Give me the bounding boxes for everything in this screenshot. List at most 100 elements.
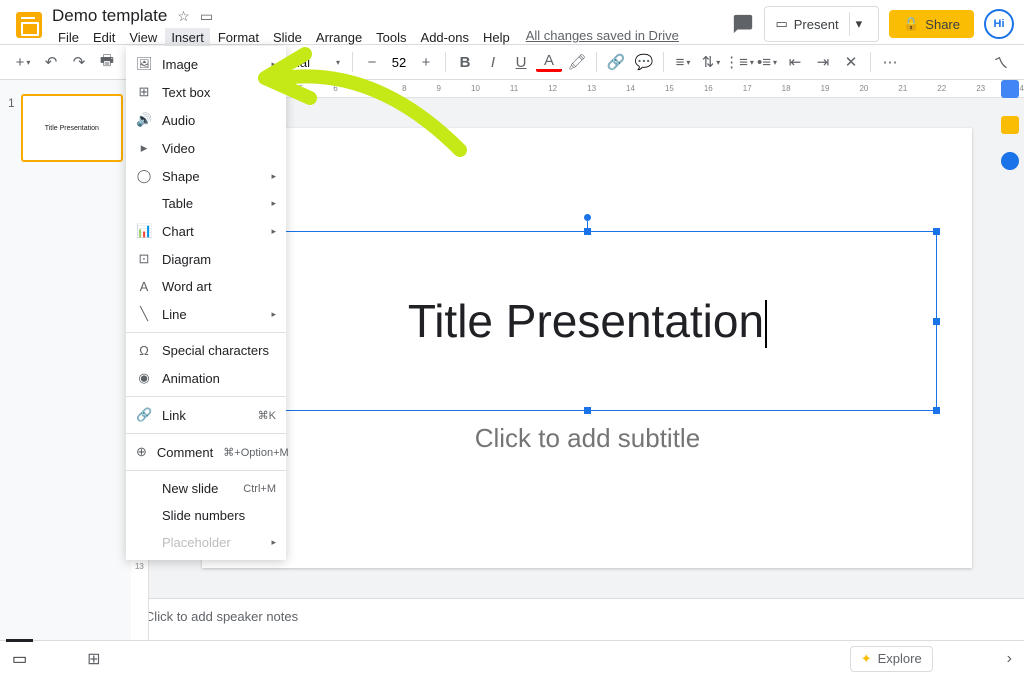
comment-icon: ⊕ xyxy=(136,444,147,460)
filmstrip-view-button[interactable]: ▭ xyxy=(12,649,27,669)
share-label: Share xyxy=(925,17,960,32)
resize-handle[interactable] xyxy=(933,228,940,235)
title-textbox[interactable]: Title Presentation xyxy=(237,231,937,411)
keep-icon[interactable] xyxy=(1001,116,1019,134)
insert-dropdown: 🖼Image▸ ⊞Text box 🔊Audio ▸Video ◯Shape▸ … xyxy=(126,46,286,560)
undo-button[interactable]: ↶ xyxy=(38,49,64,75)
grid-view-button[interactable]: ⊞ xyxy=(87,649,100,669)
drive-status[interactable]: All changes saved in Drive xyxy=(526,28,679,47)
account-avatar[interactable]: Hi xyxy=(984,9,1014,39)
slides-logo[interactable] xyxy=(10,6,48,44)
explore-icon: ✦ xyxy=(861,651,872,667)
menu-view[interactable]: View xyxy=(123,28,163,47)
image-icon: 🖼 xyxy=(136,56,152,72)
more-tools-button[interactable]: ⋯ xyxy=(877,49,903,75)
explore-button[interactable]: ✦ Explore xyxy=(850,646,933,672)
insert-diagram[interactable]: ⊡Diagram xyxy=(126,245,286,273)
insert-image[interactable]: 🖼Image▸ xyxy=(126,50,286,78)
side-panel-toggle[interactable]: › xyxy=(1007,650,1012,668)
font-size-input[interactable]: 52 xyxy=(387,55,411,70)
lock-icon: 🔒 xyxy=(903,16,919,32)
insert-comment-button[interactable]: 💬 xyxy=(631,49,657,75)
insert-textbox[interactable]: ⊞Text box xyxy=(126,78,286,106)
redo-button[interactable]: ↷ xyxy=(66,49,92,75)
numbered-list-button[interactable]: ⋮≡ xyxy=(726,49,752,75)
insert-audio[interactable]: 🔊Audio xyxy=(126,106,286,134)
align-button[interactable]: ≡ xyxy=(670,49,696,75)
speaker-notes[interactable]: Click to add speaker notes xyxy=(131,598,1024,640)
decrease-font-button[interactable]: − xyxy=(359,49,385,75)
subtitle-textbox[interactable]: Click to add subtitle xyxy=(237,423,937,454)
underline-button[interactable]: U xyxy=(508,49,534,75)
bold-button[interactable]: B xyxy=(452,49,478,75)
insert-table[interactable]: Table▸ xyxy=(126,190,286,217)
menu-format[interactable]: Format xyxy=(212,28,265,47)
video-icon: ▸ xyxy=(136,140,152,156)
thumb-number: 1 xyxy=(8,96,15,162)
present-dropdown-icon[interactable]: ▾ xyxy=(849,12,869,36)
calendar-icon[interactable] xyxy=(1001,80,1019,98)
insert-newslide[interactable]: New slideCtrl+M xyxy=(126,475,286,502)
insert-animation[interactable]: ◉Animation xyxy=(126,364,286,392)
insert-shape[interactable]: ◯Shape▸ xyxy=(126,162,286,190)
animation-icon: ◉ xyxy=(136,370,152,386)
text-color-button[interactable]: A xyxy=(536,52,562,72)
slide-thumbnail[interactable]: 1 Title Presentation xyxy=(0,90,131,166)
insert-wordart[interactable]: AWord art xyxy=(126,273,286,300)
rotate-handle[interactable] xyxy=(584,214,591,221)
decrease-indent-button[interactable]: ⇤ xyxy=(782,49,808,75)
wordart-icon: A xyxy=(136,279,152,294)
insert-chart[interactable]: 📊Chart▸ xyxy=(126,217,286,245)
slide[interactable]: Title Presentation Click to add subtitle xyxy=(202,128,972,568)
insert-line[interactable]: ╲Line▸ xyxy=(126,300,286,328)
present-button[interactable]: ▭ Present ▾ xyxy=(764,6,879,42)
italic-button[interactable]: I xyxy=(480,49,506,75)
menu-slide[interactable]: Slide xyxy=(267,28,308,47)
diagram-icon: ⊡ xyxy=(136,251,152,267)
increase-indent-button[interactable]: ⇥ xyxy=(810,49,836,75)
clear-format-button[interactable]: ✕ xyxy=(838,49,864,75)
shape-icon: ◯ xyxy=(136,168,152,184)
insert-placeholder: Placeholder▸ xyxy=(126,529,286,556)
print-button[interactable]: 🖶 xyxy=(94,49,120,75)
menu-help[interactable]: Help xyxy=(477,28,516,47)
menu-insert[interactable]: Insert xyxy=(165,28,210,47)
explore-label: Explore xyxy=(878,651,922,666)
insert-link[interactable]: 🔗Link⌘K xyxy=(126,401,286,429)
resize-handle[interactable] xyxy=(933,407,940,414)
insert-comment[interactable]: ⊕Comment⌘+Option+M xyxy=(126,438,286,466)
bulleted-list-button[interactable]: •≡ xyxy=(754,49,780,75)
star-icon[interactable]: ☆ xyxy=(177,8,190,25)
tasks-icon[interactable] xyxy=(1001,152,1019,170)
menu-addons[interactable]: Add-ons xyxy=(415,28,475,47)
present-icon: ▭ xyxy=(775,16,787,32)
insert-special-chars[interactable]: ΩSpecial characters xyxy=(126,337,286,364)
increase-font-button[interactable]: + xyxy=(413,49,439,75)
present-label: Present xyxy=(794,17,839,32)
font-family-select[interactable]: Arial xyxy=(284,55,334,70)
line-spacing-button[interactable]: ⇅ xyxy=(698,49,724,75)
comment-history-icon[interactable] xyxy=(732,13,754,35)
menu-tools[interactable]: Tools xyxy=(370,28,412,47)
resize-handle[interactable] xyxy=(933,318,940,325)
link-icon: 🔗 xyxy=(136,407,152,423)
line-icon: ╲ xyxy=(136,306,152,322)
move-folder-icon[interactable]: ▭ xyxy=(200,8,213,25)
share-button[interactable]: 🔒 Share xyxy=(889,10,974,38)
insert-slidenumbers[interactable]: Slide numbers xyxy=(126,502,286,529)
new-slide-button[interactable]: + xyxy=(10,49,36,75)
resize-handle[interactable] xyxy=(584,228,591,235)
insert-link-button[interactable]: 🔗 xyxy=(603,49,629,75)
collapse-toolbar-button[interactable]: ㄟ xyxy=(988,49,1014,75)
thumbnail-panel: 1 Title Presentation xyxy=(0,80,131,640)
insert-video[interactable]: ▸Video xyxy=(126,134,286,162)
textbox-icon: ⊞ xyxy=(136,84,152,100)
resize-handle[interactable] xyxy=(584,407,591,414)
chart-icon: 📊 xyxy=(136,223,152,239)
thumb-preview: Title Presentation xyxy=(21,94,123,162)
menu-arrange[interactable]: Arrange xyxy=(310,28,368,47)
menu-edit[interactable]: Edit xyxy=(87,28,121,47)
highlight-button[interactable]: 🖍 xyxy=(564,49,590,75)
doc-title[interactable]: Demo template xyxy=(52,6,167,26)
menu-file[interactable]: File xyxy=(52,28,85,47)
